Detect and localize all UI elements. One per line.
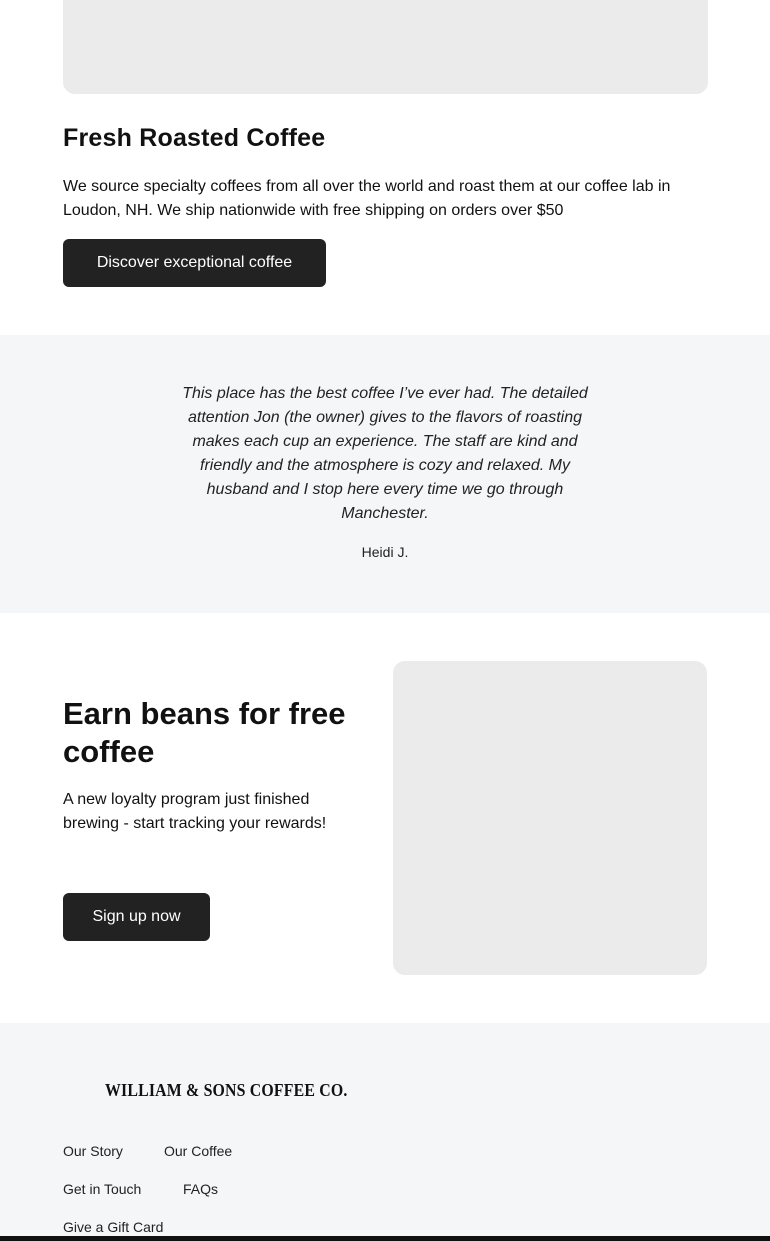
- footer-link-get-in-touch[interactable]: Get in Touch: [63, 1181, 141, 1197]
- testimonial-quote: This place has the best coffee I’ve ever…: [182, 385, 588, 522]
- sign-up-button[interactable]: Sign up now: [63, 893, 210, 941]
- footer-link-faqs[interactable]: FAQs: [183, 1181, 218, 1197]
- loyalty-image-placeholder: [393, 661, 707, 975]
- brand-logo[interactable]: WILLIAM & SONS COFFEE CO.: [105, 1080, 347, 1101]
- bottom-bar: [0, 1236, 770, 1241]
- page: Fresh Roasted Coffee We source specialty…: [0, 0, 770, 1241]
- footer: WILLIAM & SONS COFFEE CO. Our Story Our …: [0, 1023, 770, 1241]
- footer-link-our-coffee[interactable]: Our Coffee: [164, 1143, 232, 1159]
- testimonial-section: This place has the best coffee I’ve ever…: [0, 335, 770, 613]
- fresh-roasted-title: Fresh Roasted Coffee: [63, 124, 326, 152]
- loyalty-title: Earn beans for free coffee: [63, 696, 346, 769]
- discover-coffee-button[interactable]: Discover exceptional coffee: [63, 239, 326, 287]
- testimonial-author: Heidi J.: [361, 544, 409, 560]
- footer-link-our-story[interactable]: Our Story: [63, 1143, 123, 1159]
- fresh-roasted-description: We source specialty coffees from all ove…: [63, 178, 671, 219]
- loyalty-description: A new loyalty program just finished brew…: [63, 791, 327, 832]
- coffee-image-placeholder: [63, 0, 708, 94]
- footer-link-gift-card[interactable]: Give a Gift Card: [63, 1219, 163, 1235]
